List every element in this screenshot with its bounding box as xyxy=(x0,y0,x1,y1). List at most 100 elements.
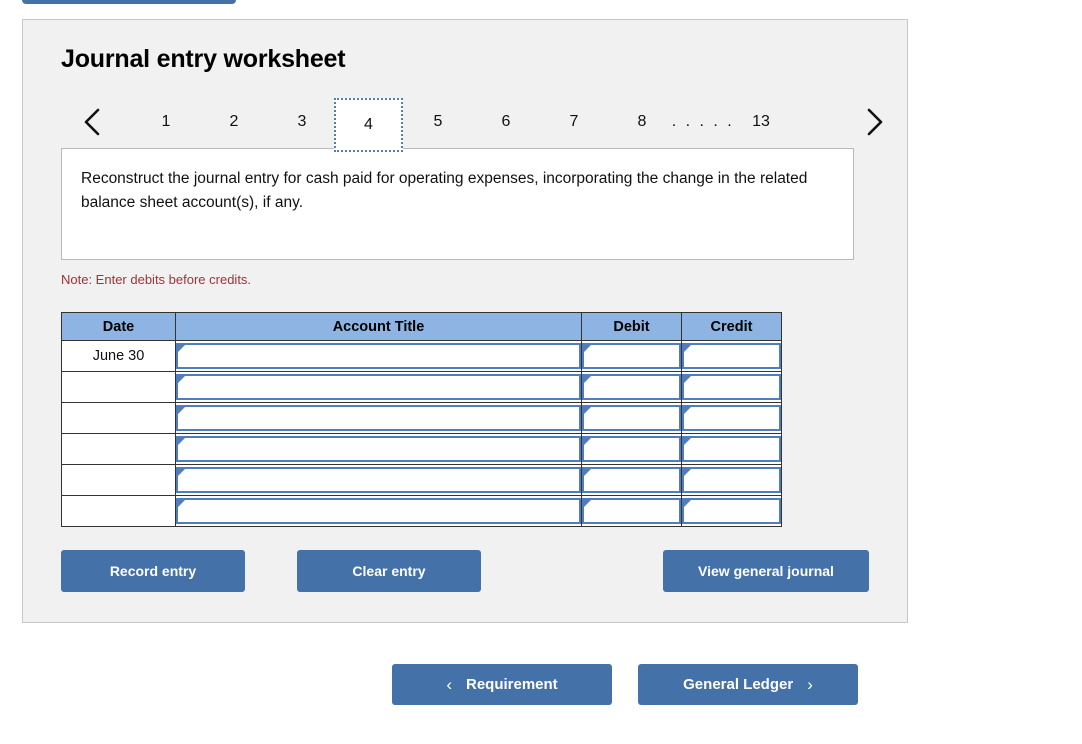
column-header-credit: Credit xyxy=(681,312,782,341)
account-title-select[interactable] xyxy=(176,498,581,524)
debit-input[interactable] xyxy=(582,405,681,431)
general-ledger-nav-label: General Ledger xyxy=(683,676,794,693)
dropdown-triangle-icon xyxy=(584,500,591,507)
dropdown-triangle-icon xyxy=(684,469,691,476)
credit-cell[interactable] xyxy=(681,402,782,434)
debit-input[interactable] xyxy=(582,467,681,493)
account-title-select[interactable] xyxy=(176,343,581,369)
table-header-row: Date Account Title Debit Credit xyxy=(61,312,782,341)
date-cell xyxy=(61,464,176,496)
dropdown-triangle-icon xyxy=(584,407,591,414)
credit-cell[interactable] xyxy=(681,464,782,496)
date-cell xyxy=(61,433,176,465)
dropdown-triangle-icon xyxy=(684,376,691,383)
account-title-cell[interactable] xyxy=(175,495,582,527)
account-title-cell[interactable] xyxy=(175,464,582,496)
credit-input[interactable] xyxy=(682,343,781,369)
pager-ellipsis: . . . . . xyxy=(671,113,735,130)
pager-page-8[interactable]: 8 xyxy=(621,105,663,139)
table-row xyxy=(61,433,782,465)
question-box: Reconstruct the journal entry for cash p… xyxy=(61,148,854,260)
credit-cell[interactable] xyxy=(681,433,782,465)
account-title-select[interactable] xyxy=(176,405,581,431)
dropdown-triangle-icon xyxy=(584,376,591,383)
column-header-date: Date xyxy=(61,312,176,341)
pager-page-4-active[interactable]: 4 xyxy=(334,98,403,152)
account-title-select[interactable] xyxy=(176,374,581,400)
table-row xyxy=(61,371,782,403)
dropdown-triangle-icon xyxy=(684,407,691,414)
date-cell xyxy=(61,495,176,527)
credit-cell[interactable] xyxy=(681,495,782,527)
record-entry-button[interactable]: Record entry xyxy=(61,550,245,592)
pager-page-1[interactable]: 1 xyxy=(145,105,187,139)
requirement-nav-button[interactable]: ‹ Requirement xyxy=(392,664,612,705)
credit-input[interactable] xyxy=(682,467,781,493)
table-row: June 30 xyxy=(61,340,782,372)
debit-input[interactable] xyxy=(582,498,681,524)
journal-entry-panel: Journal entry worksheet 1 2 3 4 5 6 7 8 … xyxy=(22,19,908,623)
chevron-left-icon: ‹ xyxy=(446,675,452,694)
table-row xyxy=(61,495,782,527)
debit-cell[interactable] xyxy=(581,402,682,434)
chevron-right-icon: › xyxy=(807,675,813,694)
pager-page-7[interactable]: 7 xyxy=(553,105,595,139)
account-title-select[interactable] xyxy=(176,467,581,493)
account-title-cell[interactable] xyxy=(175,371,582,403)
credit-cell[interactable] xyxy=(681,371,782,403)
dropdown-triangle-icon xyxy=(684,500,691,507)
debit-cell[interactable] xyxy=(581,464,682,496)
debit-cell[interactable] xyxy=(581,433,682,465)
debits-before-credits-note: Note: Enter debits before credits. xyxy=(61,272,252,287)
credit-cell[interactable] xyxy=(681,340,782,372)
dropdown-triangle-icon xyxy=(178,500,185,507)
dropdown-triangle-icon xyxy=(584,345,591,352)
dropdown-triangle-icon xyxy=(584,469,591,476)
credit-input[interactable] xyxy=(682,374,781,400)
pager-page-3[interactable]: 3 xyxy=(281,105,323,139)
dropdown-triangle-icon xyxy=(584,438,591,445)
dropdown-triangle-icon xyxy=(178,407,185,414)
pager-page-5[interactable]: 5 xyxy=(417,105,459,139)
column-header-account-title: Account Title xyxy=(175,312,582,341)
account-title-cell[interactable] xyxy=(175,433,582,465)
debit-input[interactable] xyxy=(582,374,681,400)
general-ledger-nav-button[interactable]: General Ledger › xyxy=(638,664,858,705)
dropdown-triangle-icon xyxy=(178,469,185,476)
account-title-select[interactable] xyxy=(176,436,581,462)
table-row xyxy=(61,464,782,496)
chevron-left-icon[interactable] xyxy=(76,102,110,142)
chevron-right-icon[interactable] xyxy=(857,102,891,142)
dropdown-triangle-icon xyxy=(178,345,185,352)
credit-input[interactable] xyxy=(682,405,781,431)
active-tab-strip[interactable] xyxy=(22,0,236,4)
date-cell: June 30 xyxy=(61,340,176,372)
view-general-journal-button[interactable]: View general journal xyxy=(663,550,869,592)
debit-input[interactable] xyxy=(582,436,681,462)
dropdown-triangle-icon xyxy=(178,438,185,445)
credit-input[interactable] xyxy=(682,436,781,462)
question-text: Reconstruct the journal entry for cash p… xyxy=(81,170,808,211)
dropdown-triangle-icon xyxy=(178,376,185,383)
pager-page-13[interactable]: 13 xyxy=(737,105,785,139)
clear-entry-button[interactable]: Clear entry xyxy=(297,550,481,592)
date-cell xyxy=(61,371,176,403)
pager-page-6[interactable]: 6 xyxy=(485,105,527,139)
dropdown-triangle-icon xyxy=(684,438,691,445)
debit-cell[interactable] xyxy=(581,340,682,372)
table-row xyxy=(61,402,782,434)
debit-cell[interactable] xyxy=(581,495,682,527)
column-header-debit: Debit xyxy=(581,312,682,341)
credit-input[interactable] xyxy=(682,498,781,524)
journal-entry-table: Date Account Title Debit Credit June 30 xyxy=(61,312,782,527)
page-title: Journal entry worksheet xyxy=(61,45,346,73)
worksheet-pager: 1 2 3 4 5 6 7 8 . . . . . 13 xyxy=(53,94,883,152)
account-title-cell[interactable] xyxy=(175,402,582,434)
date-cell xyxy=(61,402,176,434)
dropdown-triangle-icon xyxy=(684,345,691,352)
pager-page-2[interactable]: 2 xyxy=(213,105,255,139)
account-title-cell[interactable] xyxy=(175,340,582,372)
debit-cell[interactable] xyxy=(581,371,682,403)
requirement-nav-label: Requirement xyxy=(465,676,558,693)
debit-input[interactable] xyxy=(582,343,681,369)
